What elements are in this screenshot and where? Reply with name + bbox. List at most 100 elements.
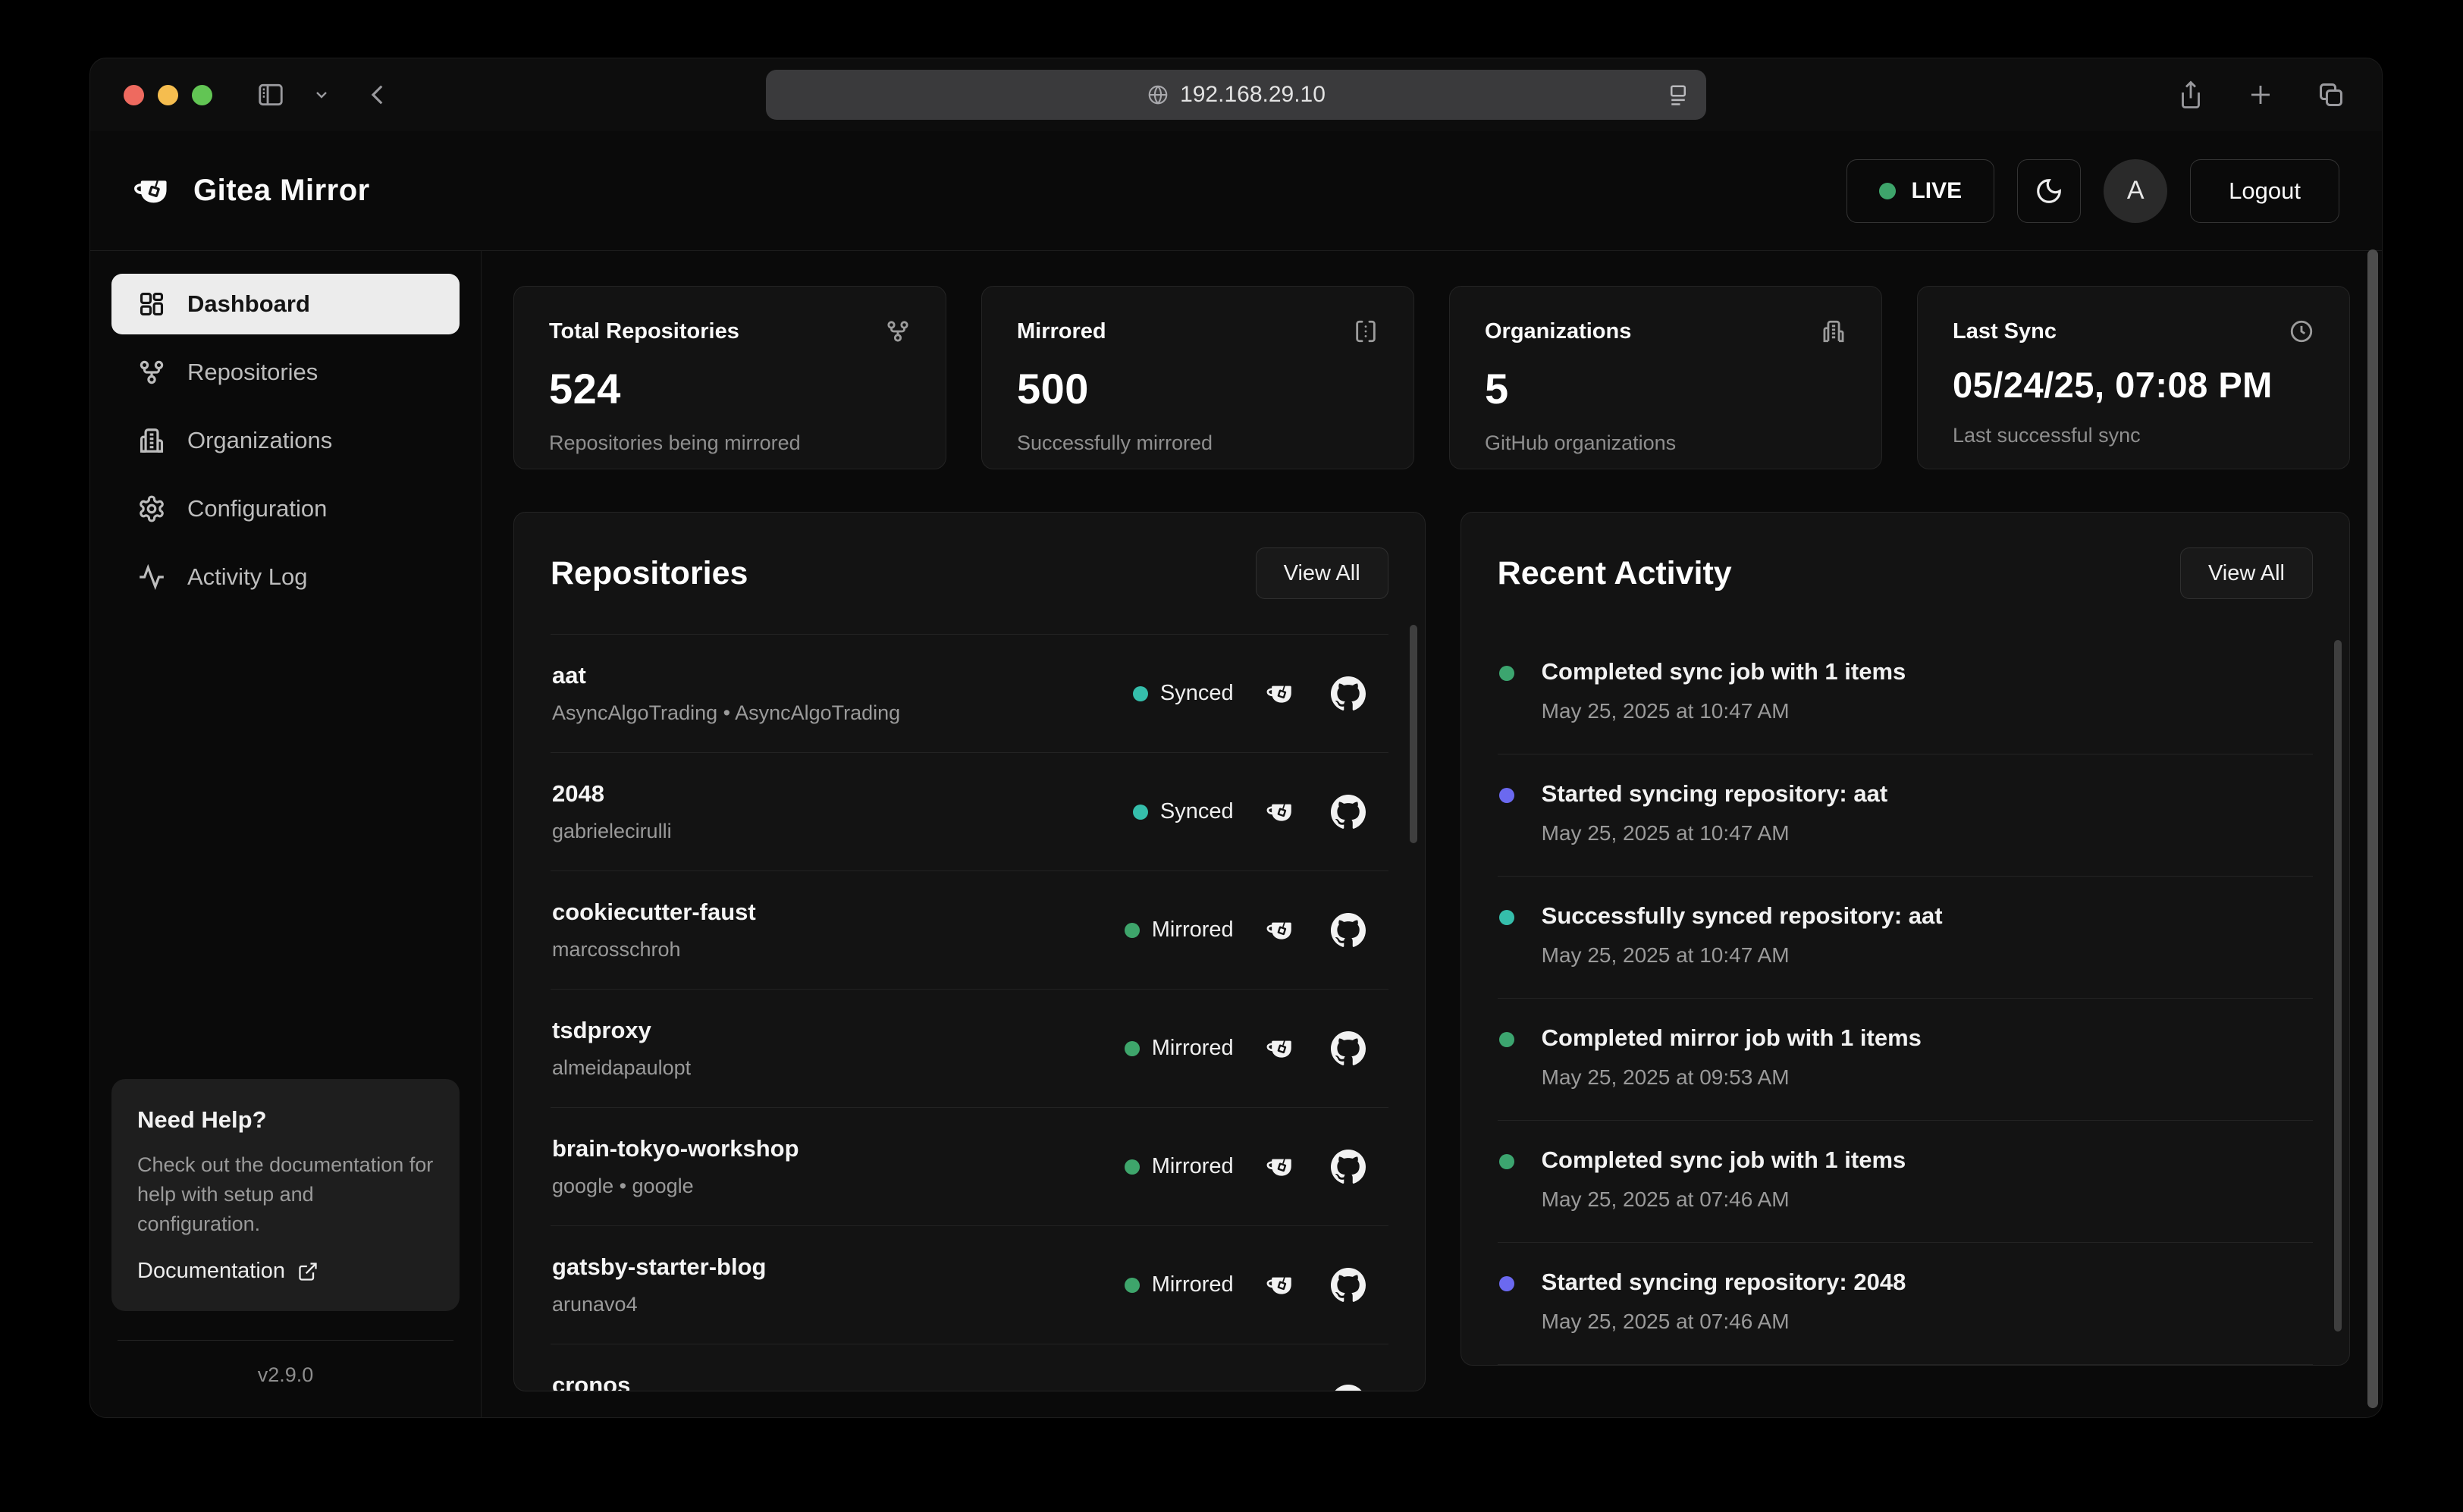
- activity-item[interactable]: Completed sync job with 1 items May 25, …: [1498, 1121, 2313, 1243]
- gitea-cup-icon[interactable]: [1266, 1388, 1299, 1392]
- repo-row[interactable]: 2048 gabrielecirulli Synced: [551, 752, 1388, 870]
- repositories-scrollbar[interactable]: [1410, 625, 1417, 843]
- repo-row[interactable]: aat AsyncAlgoTrading • AsyncAlgoTrading …: [551, 634, 1388, 752]
- gitea-cup-icon[interactable]: [1266, 1271, 1299, 1300]
- activity-view-all-button[interactable]: View All: [2180, 547, 2313, 599]
- close-window-button[interactable]: [124, 85, 144, 105]
- new-tab-icon[interactable]: [2247, 81, 2274, 108]
- git-fork-icon: [137, 358, 166, 387]
- activity-item[interactable]: Completed mirror job with 1 items May 25…: [1498, 999, 2313, 1121]
- activity-item[interactable]: Started syncing repository: 2048 May 25,…: [1498, 1243, 2313, 1365]
- repo-status-label: Mirrored: [1152, 1389, 1234, 1391]
- activity-item[interactable]: Started syncing repository: aat May 25, …: [1498, 754, 2313, 877]
- stat-card-organizations: Organizations 5 GitHub organizations: [1449, 286, 1882, 469]
- reader-view-icon[interactable]: [1667, 82, 1690, 108]
- repo-name: brain-tokyo-workshop: [552, 1135, 799, 1162]
- sidebar-divider: [118, 1340, 453, 1341]
- stat-value: 5: [1485, 364, 1846, 413]
- repo-status-label: Mirrored: [1152, 1154, 1234, 1179]
- page-scrollbar[interactable]: [2367, 249, 2378, 1408]
- activity-dot: [1499, 788, 1514, 803]
- github-icon[interactable]: [1331, 1268, 1366, 1303]
- gitea-cup-icon[interactable]: [1266, 679, 1299, 708]
- repo-row[interactable]: tsdproxy almeidapaulopt Mirrored: [551, 989, 1388, 1107]
- sidebar: Dashboard Repositories Organizations: [90, 251, 482, 1417]
- sidebar-item-activity-log[interactable]: Activity Log: [111, 547, 460, 607]
- repositories-view-all-button[interactable]: View All: [1256, 547, 1388, 599]
- repo-status-badge: Mirrored: [1125, 1272, 1234, 1297]
- sidebar-item-configuration[interactable]: Configuration: [111, 478, 460, 539]
- status-dot: [1125, 1041, 1140, 1056]
- url-text: 192.168.29.10: [1180, 82, 1326, 108]
- status-dot: [1125, 1278, 1140, 1293]
- stat-label: Total Repositories: [549, 319, 739, 344]
- url-bar[interactable]: 192.168.29.10: [766, 70, 1706, 120]
- logout-button[interactable]: Logout: [2190, 159, 2339, 223]
- status-dot: [1125, 923, 1140, 938]
- repo-owner: AsyncAlgoTrading • AsyncAlgoTrading: [552, 701, 900, 725]
- stat-card-last-sync: Last Sync 05/24/25, 07:08 PM Last succes…: [1917, 286, 2350, 469]
- gear-icon: [137, 494, 166, 523]
- activity-scrollbar[interactable]: [2334, 640, 2342, 1332]
- github-icon[interactable]: [1331, 913, 1366, 948]
- sidebar-item-organizations[interactable]: Organizations: [111, 410, 460, 471]
- stat-sub: GitHub organizations: [1485, 431, 1846, 455]
- status-dot: [1125, 1159, 1140, 1175]
- sidebar-item-dashboard[interactable]: Dashboard: [111, 274, 460, 334]
- theme-toggle-button[interactable]: [2017, 159, 2081, 223]
- activity-item[interactable]: Completed sync job with 1 items May 25, …: [1498, 632, 2313, 754]
- repositories-title: Repositories: [551, 555, 748, 592]
- activity-text: Completed sync job with 1 items: [1542, 1147, 2313, 1174]
- building-icon: [1821, 318, 1846, 344]
- recent-activity-title: Recent Activity: [1498, 555, 1732, 592]
- github-icon[interactable]: [1331, 795, 1366, 830]
- repo-status-badge: Mirrored: [1125, 1389, 1234, 1391]
- live-status-badge[interactable]: LIVE: [1846, 159, 1994, 223]
- github-icon[interactable]: [1331, 1385, 1366, 1392]
- live-label: LIVE: [1911, 178, 1962, 204]
- repo-row[interactable]: brain-tokyo-workshop google • google Mir…: [551, 1107, 1388, 1225]
- activity-timestamp: May 25, 2025 at 09:53 AM: [1542, 1065, 2313, 1090]
- share-icon[interactable]: [2177, 80, 2204, 110]
- repo-row[interactable]: gatsby-starter-blog arunavo4 Mirrored: [551, 1225, 1388, 1344]
- tab-overview-icon[interactable]: [2317, 80, 2345, 109]
- activity-dot: [1499, 1154, 1514, 1169]
- external-link-icon: [297, 1261, 318, 1282]
- activity-dot: [1499, 666, 1514, 681]
- repo-status-badge: Mirrored: [1125, 1154, 1234, 1179]
- activity-text: Completed mirror job with 1 items: [1542, 1024, 2313, 1052]
- gitea-cup-icon[interactable]: [1266, 916, 1299, 945]
- stat-value: 500: [1017, 364, 1379, 413]
- help-body: Check out the documentation for help wit…: [137, 1150, 434, 1239]
- github-icon[interactable]: [1331, 1031, 1366, 1066]
- gitea-cup-icon[interactable]: [1266, 798, 1299, 827]
- repo-name: cookiecutter-faust: [552, 899, 756, 926]
- sidebar-item-repositories[interactable]: Repositories: [111, 342, 460, 403]
- window-controls: [124, 85, 212, 105]
- app-logo[interactable]: Gitea Mirror: [133, 171, 370, 211]
- repositories-panel: Repositories View All aat AsyncAlgoTradi…: [513, 512, 1426, 1391]
- need-help-card: Need Help? Check out the documentation f…: [111, 1079, 460, 1311]
- sidebar-item-label: Organizations: [187, 427, 332, 454]
- sidebar-toggle-icon[interactable]: [255, 80, 287, 109]
- user-avatar[interactable]: A: [2104, 159, 2167, 223]
- activity-item[interactable]: Successfully synced repository: 2048 May…: [1498, 1365, 2313, 1366]
- chevron-down-icon[interactable]: [312, 86, 331, 104]
- repo-row[interactable]: cronos Mirrored: [551, 1344, 1388, 1391]
- app-version: v2.9.0: [111, 1363, 460, 1387]
- github-icon[interactable]: [1331, 1150, 1366, 1184]
- activity-item[interactable]: Successfully synced repository: aat May …: [1498, 877, 2313, 999]
- repo-status-badge: Mirrored: [1125, 918, 1234, 943]
- gitea-cup-icon[interactable]: [1266, 1153, 1299, 1181]
- repo-status-label: Mirrored: [1152, 1036, 1234, 1061]
- gitea-cup-icon[interactable]: [1266, 1034, 1299, 1063]
- activity-dot: [1499, 1276, 1514, 1291]
- back-icon[interactable]: [366, 82, 391, 108]
- activity-text: Started syncing repository: 2048: [1542, 1269, 2313, 1296]
- avatar-initial: A: [2127, 176, 2145, 205]
- zoom-window-button[interactable]: [192, 85, 212, 105]
- documentation-link[interactable]: Documentation: [137, 1259, 434, 1284]
- minimize-window-button[interactable]: [158, 85, 178, 105]
- github-icon[interactable]: [1331, 676, 1366, 711]
- repo-row[interactable]: cookiecutter-faust marcosschroh Mirrored: [551, 870, 1388, 989]
